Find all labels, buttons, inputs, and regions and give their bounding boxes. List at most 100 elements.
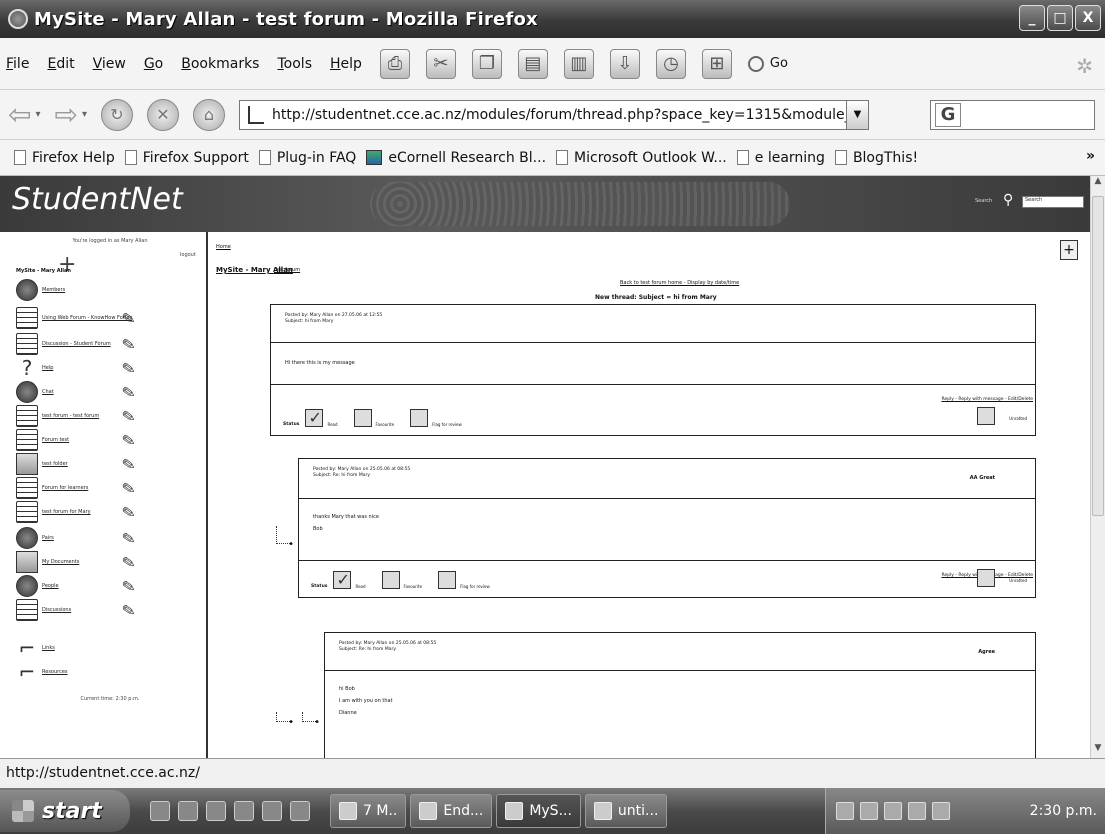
bookmark-firefox-support[interactable]: Firefox Support bbox=[124, 150, 249, 166]
sidebar-item-members[interactable]: Members bbox=[16, 278, 196, 302]
add-post-icon[interactable]: + bbox=[1060, 240, 1078, 260]
reload-icon[interactable]: ↻ bbox=[101, 98, 133, 131]
history-icon[interactable]: ◷ bbox=[655, 48, 686, 79]
vertical-scrollbar[interactable]: ▲ ▼ bbox=[1090, 176, 1105, 758]
copy-icon[interactable]: ❐ bbox=[471, 48, 502, 79]
sidebar-item-test-forum-mary[interactable]: test forum for Mary ✎ bbox=[16, 500, 196, 524]
pencil-icon[interactable]: ✎ bbox=[120, 429, 137, 450]
forward-dropdown-icon[interactable]: ▾ bbox=[82, 109, 87, 120]
bookmark-ecornell[interactable]: eCornell Research Bl... bbox=[366, 150, 546, 166]
site-search-input[interactable]: Search bbox=[1022, 196, 1084, 208]
post-actions[interactable]: Reply - Reply with message - Edit/Delete bbox=[941, 397, 1033, 403]
url-dropdown-icon[interactable]: ▼ bbox=[846, 100, 868, 129]
quicklaunch-icon[interactable] bbox=[150, 801, 170, 821]
pencil-icon[interactable]: ✎ bbox=[120, 575, 137, 596]
bookmark-plugin-faq[interactable]: Plug-in FAQ bbox=[258, 150, 356, 166]
favourite-checkbox[interactable] bbox=[353, 409, 372, 427]
sidebar-item-forum-test[interactable]: Forum test ✎ bbox=[16, 428, 196, 452]
pencil-icon[interactable]: ✎ bbox=[120, 599, 137, 620]
rating-checkbox[interactable] bbox=[977, 569, 995, 587]
stop-icon[interactable]: ✕ bbox=[147, 98, 179, 131]
bookmarks-overflow-icon[interactable]: » bbox=[1086, 148, 1095, 164]
close-button[interactable]: X bbox=[1075, 5, 1101, 31]
sidebar-item-pairs[interactable]: Pairs ✎ bbox=[16, 526, 196, 550]
menu-help[interactable]: Help bbox=[330, 56, 362, 72]
print-icon[interactable]: ⎙ bbox=[379, 48, 410, 79]
google-search-icon[interactable]: G bbox=[935, 102, 961, 127]
breadcrumb-forum[interactable]: test forum bbox=[274, 267, 300, 273]
sidebar-item-resources[interactable]: ⌐ Resources bbox=[16, 660, 196, 684]
pencil-icon[interactable]: ✎ bbox=[120, 501, 137, 522]
bookmark-outlook[interactable]: Microsoft Outlook W... bbox=[556, 150, 727, 166]
back-icon[interactable]: ⇦ bbox=[8, 98, 31, 131]
bookmark-firefox-help[interactable]: Firefox Help bbox=[14, 150, 115, 166]
sidebar-item-help[interactable]: ? Help ✎ bbox=[16, 356, 196, 380]
breadcrumb-home[interactable]: Home bbox=[216, 244, 231, 250]
rating-checkbox[interactable] bbox=[977, 407, 995, 425]
maximize-button[interactable]: □ bbox=[1047, 5, 1073, 31]
bookmark-blogthis[interactable]: BlogThis! bbox=[834, 150, 918, 166]
pencil-icon[interactable]: ✎ bbox=[120, 551, 137, 572]
pencil-icon[interactable]: ✎ bbox=[120, 307, 137, 328]
sidebar-item-knowhow-forum[interactable]: Using Web Forum - KnowHow Forum ✎ bbox=[16, 306, 196, 330]
pencil-icon[interactable]: ✎ bbox=[120, 333, 137, 354]
menu-bookmarks[interactable]: Bookmarks bbox=[181, 56, 259, 72]
search-icon[interactable]: ⚲ bbox=[1003, 192, 1013, 208]
quicklaunch-icon[interactable] bbox=[262, 801, 282, 821]
forward-icon[interactable]: ⇨ bbox=[55, 98, 78, 131]
quicklaunch-icon[interactable] bbox=[290, 801, 310, 821]
sidebar-item-forum-for-learners[interactable]: Forum for learners ✎ bbox=[16, 476, 196, 500]
quicklaunch-icon[interactable] bbox=[234, 801, 254, 821]
scroll-thumb[interactable] bbox=[1092, 196, 1104, 516]
menu-go[interactable]: Go bbox=[144, 56, 163, 72]
bookmark-e-learning[interactable]: e learning bbox=[736, 150, 825, 166]
paste-icon[interactable]: ▤ bbox=[517, 48, 548, 79]
pencil-icon[interactable]: ✎ bbox=[120, 381, 137, 402]
menu-file[interactable]: File bbox=[6, 56, 29, 72]
flag-checkbox[interactable] bbox=[410, 409, 429, 427]
downloads-icon[interactable]: ⇩ bbox=[609, 48, 640, 79]
menu-view[interactable]: View bbox=[93, 56, 126, 72]
bookmark-manager-icon[interactable]: ▥ bbox=[563, 48, 594, 79]
tray-icon[interactable] bbox=[932, 802, 950, 820]
quicklaunch-icon[interactable] bbox=[206, 801, 226, 821]
read-checkbox[interactable] bbox=[333, 570, 352, 589]
home-icon[interactable]: ⌂ bbox=[193, 98, 225, 131]
logout-link[interactable]: logout bbox=[180, 252, 196, 258]
go-button[interactable]: Go bbox=[747, 55, 788, 72]
pencil-icon[interactable]: ✎ bbox=[120, 477, 137, 498]
pencil-icon[interactable]: ✎ bbox=[120, 405, 137, 426]
taskbar-item-word[interactable]: 7 M.. bbox=[330, 794, 407, 828]
tray-icon[interactable] bbox=[860, 802, 878, 820]
taskbar-item-firefox[interactable]: MyS... bbox=[496, 794, 581, 828]
menu-edit[interactable]: Edit bbox=[47, 56, 74, 72]
sidebar-item-chat[interactable]: Chat ✎ bbox=[16, 380, 196, 404]
scroll-up-icon[interactable]: ▲ bbox=[1091, 176, 1105, 191]
new-window-icon[interactable]: ⊞ bbox=[701, 48, 732, 79]
sidebar-item-people[interactable]: People ✎ bbox=[16, 574, 196, 598]
pencil-icon[interactable]: ✎ bbox=[120, 453, 137, 474]
sidebar-item-links[interactable]: ⌐ Links bbox=[16, 636, 196, 660]
back-dropdown-icon[interactable]: ▾ bbox=[35, 109, 40, 120]
favourite-checkbox[interactable] bbox=[381, 571, 400, 589]
site-logo[interactable]: StudentNet bbox=[12, 182, 183, 217]
url-bar[interactable]: http://studentnet.cce.ac.nz/modules/foru… bbox=[239, 99, 869, 130]
sidebar-item-test-forum[interactable]: test forum - test forum ✎ bbox=[16, 404, 196, 428]
start-button[interactable]: start bbox=[0, 790, 130, 832]
pencil-icon[interactable]: ✎ bbox=[120, 527, 137, 548]
sidebar-item-student-forum[interactable]: Discussion - Student Forum ✎ bbox=[16, 332, 196, 356]
tray-icon[interactable] bbox=[908, 802, 926, 820]
taskbar-item-untitled[interactable]: unti... bbox=[584, 794, 668, 828]
taskbar-item-end[interactable]: End... bbox=[410, 794, 493, 828]
sidebar-item-my-documents[interactable]: My Documents ✎ bbox=[16, 550, 196, 574]
read-checkbox[interactable] bbox=[305, 408, 324, 427]
scroll-down-icon[interactable]: ▼ bbox=[1091, 743, 1105, 758]
sidebar-item-discussions[interactable]: Discussions ✎ bbox=[16, 598, 196, 622]
quicklaunch-icon[interactable] bbox=[178, 801, 198, 821]
cut-icon[interactable]: ✂ bbox=[425, 48, 456, 79]
forum-links[interactable]: Back to test forum home - Display by dat… bbox=[620, 280, 739, 286]
search-box[interactable]: G bbox=[930, 99, 1095, 130]
minimize-button[interactable]: _ bbox=[1019, 5, 1045, 31]
tray-icon[interactable] bbox=[836, 802, 854, 820]
flag-checkbox[interactable] bbox=[438, 571, 457, 589]
